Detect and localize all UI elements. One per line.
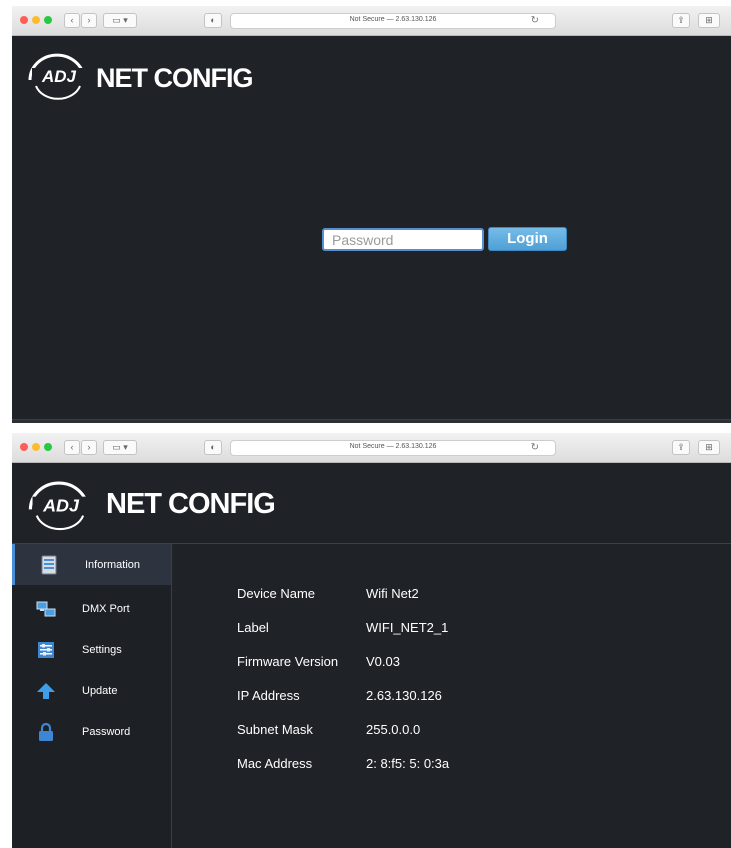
sidebar-toggle-button[interactable]: ▭ ▾	[103, 440, 137, 455]
address-bar[interactable]: Not Secure — 2.63.130.126 ↻	[230, 440, 556, 456]
login-browser-window: ‹ › ▭ ▾ ◐ Not Secure — 2.63.130.126 ↻ ⇪ …	[12, 6, 731, 423]
share-icon[interactable]: ⇪	[672, 440, 690, 455]
tabs-overview-icon[interactable]: ⊞	[698, 440, 720, 455]
sidebar-item-update[interactable]: Update	[12, 670, 171, 711]
page-footer-bar	[12, 419, 731, 423]
address-bar-url: Not Secure — 2.63.130.126	[349, 16, 437, 23]
sidebar-item-label: Update	[82, 684, 118, 697]
subnet-mask-value: 255.0.0.0	[366, 722, 421, 737]
tabs-overview-icon[interactable]: ⊞	[698, 13, 720, 28]
login-button[interactable]: Login	[488, 227, 567, 251]
browser-toolbar: ‹ › ▭ ▾ ◐ Not Secure — 2.63.130.126 ↻ ⇪ …	[12, 433, 731, 463]
lock-icon	[39, 722, 53, 741]
sidebar: Information DMX Port Settings Update Pas…	[12, 544, 172, 848]
password-input[interactable]	[322, 228, 484, 251]
ip-address-value: 2.63.130.126	[366, 688, 442, 703]
sidebar-item-label: Settings	[82, 643, 122, 656]
firmware-version-value: V0.03	[366, 654, 400, 669]
sidebar-item-label: DMX Port	[82, 602, 130, 615]
sidebar-item-label: Information	[85, 558, 141, 571]
update-arrow-icon	[37, 682, 55, 699]
svg-text:ADJ: ADJ	[42, 495, 80, 515]
firmware-version-label: Firmware Version	[237, 654, 339, 669]
config-browser-window: ‹ › ▭ ▾ ◐ Not Secure — 2.63.130.126 ↻ ⇪ …	[12, 433, 731, 848]
reload-icon[interactable]: ↻	[531, 15, 539, 26]
label-label: Label	[237, 620, 269, 635]
config-page: ADJ NET CONFIG Information DMX Port Sett…	[12, 463, 731, 848]
address-bar[interactable]: Not Secure — 2.63.130.126 ↻	[230, 13, 556, 29]
privacy-shield-icon[interactable]: ◐	[204, 440, 222, 455]
information-icon	[41, 555, 57, 574]
app-title: NET CONFIG	[96, 63, 253, 93]
mac-address-label: Mac Address	[237, 756, 313, 771]
adj-logo: ADJ	[22, 46, 96, 102]
mac-address-value: 2: 8:f5: 5: 0:3a	[366, 756, 450, 771]
minimize-window-button[interactable]	[32, 443, 40, 451]
sidebar-item-password[interactable]: Password	[12, 711, 171, 752]
app-title: NET CONFIG	[106, 488, 276, 520]
sidebar-toggle-button[interactable]: ▭ ▾	[103, 13, 137, 28]
browser-toolbar: ‹ › ▭ ▾ ◐ Not Secure — 2.63.130.126 ↻ ⇪ …	[12, 6, 731, 36]
share-icon[interactable]: ⇪	[672, 13, 690, 28]
address-bar-url: Not Secure — 2.63.130.126	[349, 443, 437, 450]
forward-button[interactable]: ›	[81, 13, 97, 28]
zoom-window-button[interactable]	[44, 443, 52, 451]
settings-icon	[38, 641, 54, 658]
sidebar-item-settings[interactable]: Settings	[12, 629, 171, 670]
adj-logo: ADJ	[22, 473, 100, 533]
subnet-mask-label: Subnet Mask	[237, 722, 313, 737]
sidebar-item-information[interactable]: Information	[12, 544, 171, 585]
svg-text:ADJ: ADJ	[41, 67, 77, 86]
sidebar-item-label: Password	[82, 725, 131, 738]
sidebar-item-dmx-port[interactable]: DMX Port	[12, 588, 171, 629]
close-window-button[interactable]	[20, 443, 28, 451]
minimize-window-button[interactable]	[32, 16, 40, 24]
back-button[interactable]: ‹	[64, 13, 80, 28]
privacy-shield-icon[interactable]: ◐	[204, 13, 222, 28]
device-name-value: Wifi Net2	[366, 586, 419, 601]
zoom-window-button[interactable]	[44, 16, 52, 24]
device-name-label: Device Name	[237, 586, 316, 601]
close-window-button[interactable]	[20, 16, 28, 24]
login-page: ADJ NET CONFIG Login	[12, 36, 731, 423]
reload-icon[interactable]: ↻	[531, 442, 539, 453]
label-value: WIFI_NET2_1	[366, 620, 449, 635]
dmx-port-icon	[36, 601, 56, 616]
back-button[interactable]: ‹	[64, 440, 80, 455]
ip-address-label: IP Address	[237, 688, 300, 703]
forward-button[interactable]: ›	[81, 440, 97, 455]
